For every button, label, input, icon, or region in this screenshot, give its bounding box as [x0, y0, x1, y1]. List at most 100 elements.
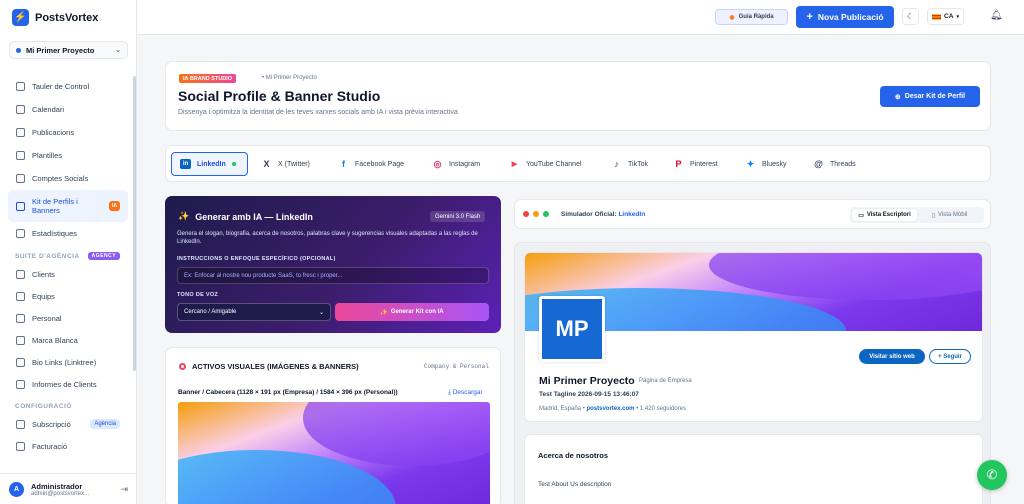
banner-size-label: Banner / Cabecera (1128 × 191 px (Empres…: [178, 389, 398, 396]
sidebar-item-stats[interactable]: Estadístiques: [8, 222, 128, 245]
tab-linkedin[interactable]: in LinkedIn: [171, 152, 248, 176]
sidebar-item-label: Calendari: [32, 105, 65, 114]
tab-tiktok[interactable]: ♪ TikTok: [611, 152, 648, 176]
quick-guide-label: Guia Ràpida: [738, 14, 774, 20]
language-selector[interactable]: CA ▾: [927, 8, 964, 25]
sidebar-item-posts[interactable]: Publicacions: [8, 121, 128, 144]
whatsapp-chat-button[interactable]: ✆: [977, 460, 1007, 490]
follow-button[interactable]: + Seguir: [929, 349, 971, 364]
company-logo: MP: [539, 296, 605, 362]
sparkle-icon: ◉: [729, 14, 735, 21]
new-post-label: Nova Publicació: [817, 12, 884, 22]
agency-badge: AGENCY: [87, 252, 121, 260]
config-section-label: CONFIGURACIÓ: [8, 399, 128, 413]
pill-label: IA BRAND STUDIO: [183, 75, 232, 82]
bell-icon[interactable]: 🔔︎: [990, 10, 1003, 21]
target-icon: [179, 363, 186, 370]
download-banner-link[interactable]: ⤓ Descargar: [448, 389, 483, 397]
sidebar-item-profile-kit[interactable]: Kit de Perfils i Banners IA: [8, 190, 128, 222]
tab-label: YouTube Channel: [526, 160, 582, 168]
linkedin-profile-card: MP Visitar sitio web + Seguir Mi Primer …: [524, 252, 983, 422]
simulator-bar: Simulador Oficial: LinkedIn ▭ Vista Escri…: [514, 199, 991, 229]
tab-pinterest[interactable]: P Pinterest: [673, 152, 717, 176]
close-dot: [523, 211, 529, 217]
user-box[interactable]: A Administrador admin@postsvortex... ⇥: [0, 473, 136, 504]
sidebar-item-calendar[interactable]: Calendari: [8, 98, 128, 121]
sidebar-item-staff[interactable]: Personal: [8, 307, 128, 329]
tab-instagram[interactable]: ◎ Instagram: [432, 152, 481, 176]
company-website[interactable]: postsvortex.com: [586, 406, 634, 412]
tab-threads[interactable]: @ Threads: [813, 152, 856, 176]
instructions-input[interactable]: Ex: Enfocar al nostre nou producte SaaS,…: [177, 267, 489, 284]
catalan-flag-icon: [932, 13, 942, 20]
sidebar-item-white-label[interactable]: Marca Blanca: [8, 329, 128, 351]
ai-generator-card: ✨ Generar amb IA — LinkedIn Gemini 3.0 Fl…: [165, 196, 501, 333]
topbar: ◉ Guia Ràpida + Nova Publicació ☾ CA ▾ 🔔︎: [137, 0, 1024, 35]
network-tabs: in LinkedIn X X (Twitter) f Facebook Page ◎…: [165, 145, 991, 182]
page-title: Social Profile & Banner Studio: [178, 88, 381, 104]
save-profile-kit-button[interactable]: ⊕ Desar Kit de Perfil: [880, 86, 980, 107]
tab-facebook[interactable]: f Facebook Page: [338, 152, 404, 176]
agency-section-label: SUITE D'AGÈNCIA AGENCY: [8, 249, 128, 263]
sidebar-item-label: Facturació: [32, 441, 68, 451]
maximize-dot: [543, 211, 549, 217]
user-info: Administrador admin@postsvortex...: [31, 482, 89, 497]
tab-label: Threads: [830, 160, 856, 168]
sidebar-item-clients[interactable]: Clients: [8, 263, 128, 285]
youtube-icon: ▶: [511, 161, 518, 168]
card-icon: [16, 419, 25, 429]
sidebar-nav: Tauler de Control Calendari Publicacions…: [8, 75, 128, 457]
assets-title-text: ACTIVOS VISUALES (IMÁGENES & BANNERS): [192, 362, 359, 371]
project-dot: [16, 47, 21, 53]
sidebar-item-label: Personal: [32, 313, 62, 323]
sidebar-item-label: Plantilles: [32, 151, 63, 160]
ai-badge: IA: [109, 201, 120, 211]
tab-bluesky[interactable]: ✦ Bluesky: [745, 152, 787, 176]
tab-label: TikTok: [628, 160, 648, 168]
sidebar-item-dashboard[interactable]: Tauler de Control: [8, 75, 128, 98]
sidebar-item-label: Estadístiques: [32, 229, 78, 238]
mobile-view-button[interactable]: ▯ Vista Mòbil: [917, 209, 982, 221]
pinterest-icon: P: [675, 159, 682, 169]
tab-label: Facebook Page: [355, 160, 405, 168]
threads-icon: @: [814, 159, 823, 169]
new-post-button[interactable]: + Nova Publicació: [796, 6, 894, 28]
facebook-icon: f: [342, 159, 345, 169]
sidebar-item-teams[interactable]: Equips: [8, 285, 128, 307]
tone-select[interactable]: Cercano / Amigable ⌄: [177, 303, 331, 321]
tiktok-icon: ♪: [614, 159, 619, 169]
page-header: IA BRAND STUDIO • Mi Primer Proyecto Soc…: [165, 61, 991, 131]
dark-mode-toggle[interactable]: ☾: [902, 8, 919, 25]
quick-guide-button[interactable]: ◉ Guia Ràpida: [715, 9, 788, 25]
link-icon: [16, 357, 25, 367]
assets-meta: Company & Personal: [424, 363, 489, 370]
sidebar-item-templates[interactable]: Plantilles: [8, 144, 128, 167]
save-icon: ⊕: [894, 93, 901, 101]
tab-youtube[interactable]: ▶ YouTube Channel: [509, 152, 582, 176]
about-card: Acerca de nosotros Test About Us descrip…: [524, 434, 983, 504]
app-logo[interactable]: ⚡ PostsVortex: [12, 9, 98, 26]
sidebar-item-social-accounts[interactable]: Comptes Socials: [8, 167, 128, 190]
sidebar-scrollbar[interactable]: [133, 76, 136, 371]
about-title: Acerca de nosotros: [538, 451, 609, 460]
generate-kit-button[interactable]: ✨ Generar Kit con IA: [335, 303, 489, 321]
logout-icon[interactable]: ⇥: [120, 484, 128, 495]
sidebar-item-subscription[interactable]: Subscripció Agència: [8, 413, 128, 435]
sparkle-icon: [16, 201, 25, 211]
sidebar-item-bio-links[interactable]: Bio Links (Linktree): [8, 351, 128, 373]
sidebar-item-label: Bio Links (Linktree): [32, 357, 97, 367]
lightning-icon: ⚡: [12, 9, 29, 26]
user-email: admin@postsvortex...: [31, 490, 90, 497]
desktop-view-button[interactable]: ▭ Vista Escriptori: [852, 209, 917, 221]
tab-x-twitter[interactable]: X X (Twitter): [261, 152, 309, 176]
company-meta: Madrid, España • postsvortex.com • 1.420…: [539, 406, 686, 412]
sidebar-item-billing[interactable]: Facturació: [8, 435, 128, 457]
tab-label: Instagram: [449, 160, 481, 168]
sidebar-item-label: Subscripció: [32, 419, 71, 429]
document-icon: [16, 128, 25, 137]
generate-label: Generar Kit con IA: [390, 309, 444, 315]
simulator-network: LinkedIn: [618, 211, 646, 218]
visit-website-button[interactable]: Visitar sitio web: [859, 349, 925, 364]
sidebar-item-client-reports[interactable]: Informes de Clients: [8, 373, 128, 395]
project-selector[interactable]: Mi Primer Proyecto ⌄: [9, 41, 128, 59]
